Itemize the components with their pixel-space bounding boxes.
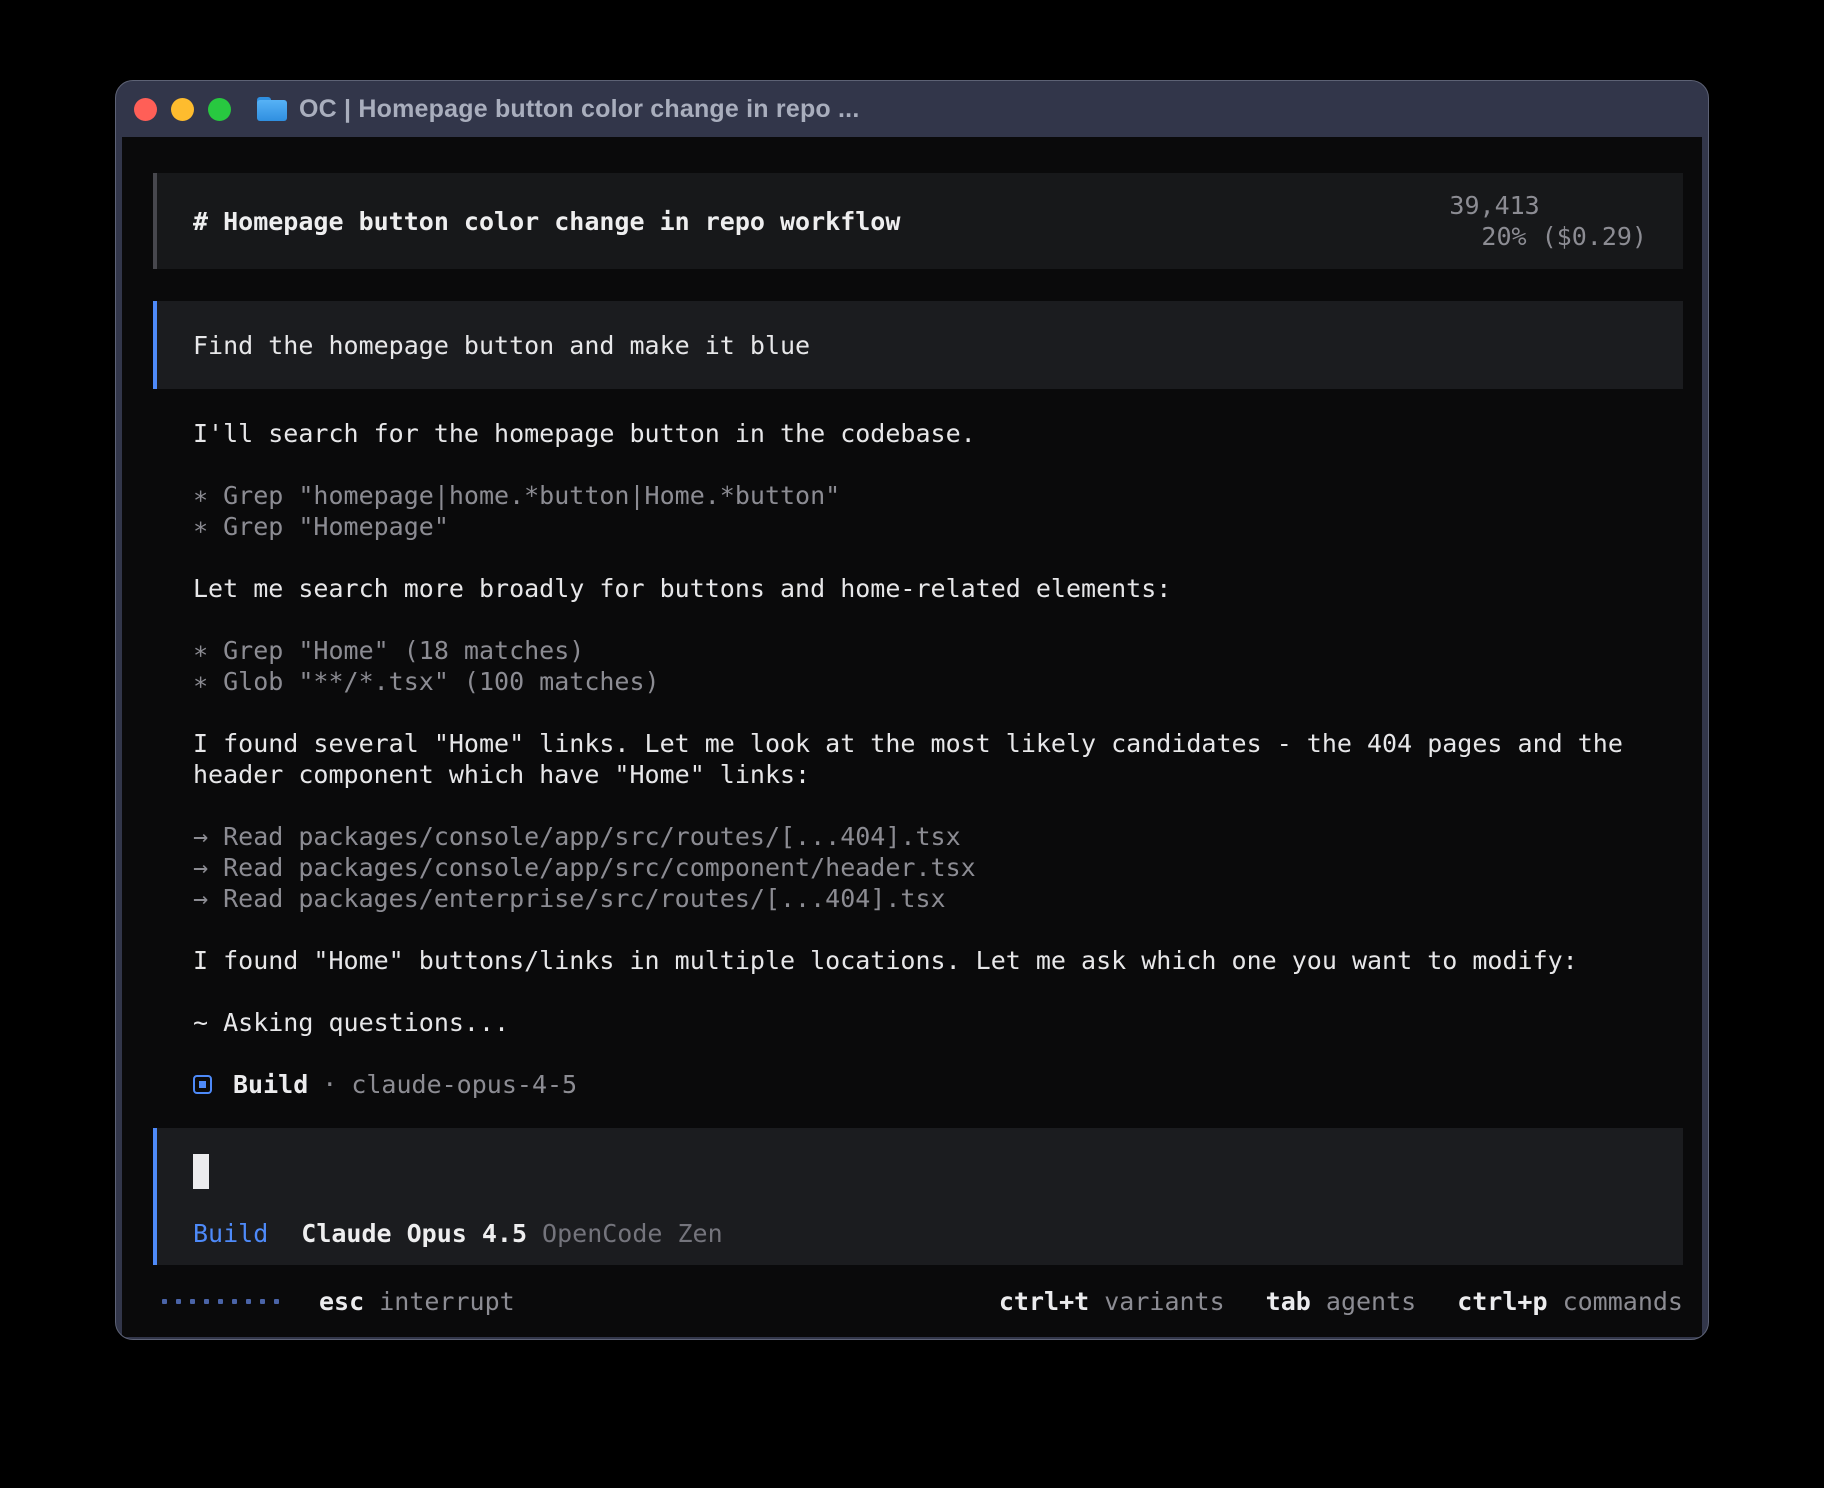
spinner-dots	[162, 1299, 279, 1304]
transcript-block: ∗ Grep "Home" (18 matches)∗ Glob "**/*.t…	[193, 635, 1662, 697]
assistant-text: I found "Home" buttons/links in multiple…	[193, 945, 1662, 976]
status-left: esc interrupt	[162, 1286, 515, 1317]
assistant-text: I'll search for the homepage button in t…	[193, 418, 1662, 449]
tool-call-line: → Read packages/enterprise/src/routes/[.…	[193, 883, 1662, 914]
hint-label: interrupt	[379, 1287, 514, 1316]
hint-variants: ctrl+t variants	[999, 1286, 1225, 1317]
tool-call-line: → Read packages/console/app/src/componen…	[193, 852, 1662, 883]
spinner-dot	[246, 1299, 251, 1304]
assistant-text: I found several "Home" links. Let me loo…	[193, 728, 1662, 790]
hint-interrupt: esc interrupt	[319, 1286, 515, 1317]
spinner-dot	[204, 1299, 209, 1304]
spinner-dot	[232, 1299, 237, 1304]
hint-label: commands	[1563, 1287, 1683, 1316]
token-count: 39,413	[1449, 191, 1539, 220]
tool-call-line: ∗ Glob "**/*.tsx" (100 matches)	[193, 666, 1662, 697]
prompt-input[interactable]: Build Claude Opus 4.5 OpenCode Zen	[153, 1128, 1683, 1265]
assistant-text: Let me search more broadly for buttons a…	[193, 573, 1662, 604]
session-header: # Homepage button color change in repo w…	[153, 173, 1683, 269]
close-button[interactable]	[134, 98, 157, 121]
session-title: # Homepage button color change in repo w…	[193, 206, 900, 237]
spinner-dot	[274, 1299, 279, 1304]
hint-key: ctrl+p	[1457, 1287, 1547, 1316]
user-message-text: Find the homepage button and make it blu…	[193, 330, 810, 361]
session-stats: 39,413 20% ($0.29)	[1329, 159, 1647, 283]
text-cursor	[193, 1154, 209, 1189]
spinner-dot	[190, 1299, 195, 1304]
provider-label: OpenCode Zen	[542, 1218, 723, 1249]
assistant-text: ~ Asking questions...	[193, 1007, 1662, 1038]
agent-status-line: Build · claude-opus-4-5	[193, 1069, 1662, 1100]
agent-name: Build	[233, 1069, 308, 1100]
transcript-block: ∗ Grep "homepage|home.*button|Home.*butt…	[193, 480, 1662, 542]
spinner-dot	[218, 1299, 223, 1304]
tool-call-line: ∗ Grep "Home" (18 matches)	[193, 635, 1662, 666]
folder-icon	[257, 97, 287, 121]
hint-label: variants	[1104, 1287, 1224, 1316]
spinner-dot	[260, 1299, 265, 1304]
spinner-dot	[162, 1299, 167, 1304]
window-title: OC | Homepage button color change in rep…	[299, 95, 859, 124]
tool-call-line: ∗ Grep "Homepage"	[193, 511, 1662, 542]
transcript-block: Build · claude-opus-4-5	[193, 1069, 1662, 1100]
tool-call-line: → Read packages/console/app/src/routes/[…	[193, 821, 1662, 852]
traffic-lights	[134, 98, 231, 121]
agent-badge-dot	[199, 1081, 206, 1088]
transcript-block: → Read packages/console/app/src/routes/[…	[193, 821, 1662, 914]
hint-key: tab	[1266, 1287, 1311, 1316]
transcript-block: I found "Home" buttons/links in multiple…	[193, 945, 1662, 976]
terminal-content: # Homepage button color change in repo w…	[122, 137, 1702, 1337]
transcript-block: I found several "Home" links. Let me loo…	[193, 728, 1662, 790]
model-label[interactable]: Claude Opus 4.5	[301, 1218, 527, 1249]
transcript-block: Let me search more broadly for buttons a…	[193, 573, 1662, 604]
agent-mode-label[interactable]: Build	[193, 1218, 268, 1249]
agent-model: claude-opus-4-5	[351, 1069, 577, 1100]
window-title-group: OC | Homepage button color change in rep…	[257, 95, 859, 124]
user-message: Find the homepage button and make it blu…	[153, 301, 1683, 389]
hint-commands: ctrl+p commands	[1457, 1286, 1683, 1317]
context-usage: 20% ($0.29)	[1481, 222, 1647, 251]
transcript-block: ~ Asking questions...	[193, 1007, 1662, 1038]
titlebar[interactable]: OC | Homepage button color change in rep…	[116, 81, 1708, 137]
transcript-block: I'll search for the homepage button in t…	[193, 418, 1662, 449]
terminal-window: OC | Homepage button color change in rep…	[115, 80, 1709, 1340]
input-footer: Build Claude Opus 4.5 OpenCode Zen	[193, 1218, 1647, 1249]
minimize-button[interactable]	[171, 98, 194, 121]
status-bar: esc interrupt ctrl+t variantstab agentsc…	[153, 1265, 1683, 1337]
transcript: I'll search for the homepage button in t…	[153, 418, 1683, 1100]
zoom-button[interactable]	[208, 98, 231, 121]
agent-badge-icon	[193, 1075, 212, 1094]
hint-agents: tab agents	[1266, 1286, 1417, 1317]
spinner-dot	[176, 1299, 181, 1304]
hint-key: esc	[319, 1287, 364, 1316]
status-right: ctrl+t variants tab agents ctrl+p commands	[999, 1286, 1683, 1317]
hint-key: ctrl+t	[999, 1287, 1089, 1316]
tool-call-line: ∗ Grep "homepage|home.*button|Home.*butt…	[193, 480, 1662, 511]
hint-label: agents	[1326, 1287, 1416, 1316]
agent-separator: ·	[322, 1069, 337, 1100]
